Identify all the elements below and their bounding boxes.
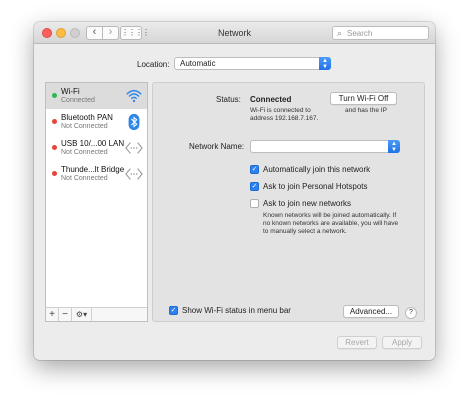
turn-wifi-off-button[interactable]: Turn Wi-Fi Off xyxy=(330,92,397,105)
search-field[interactable]: ⌕ xyxy=(332,26,429,40)
action-menu-button[interactable]: ⚙▾ xyxy=(72,308,92,321)
status-dot xyxy=(52,119,57,124)
wifi-detail-panel: Status: Connected Turn Wi-Fi Off Wi-Fi i… xyxy=(152,82,425,322)
network-name-select[interactable]: ▲ ▼ xyxy=(250,140,400,153)
network-item-usb-lan[interactable]: USB 10/...00 LAN Not Connected xyxy=(46,135,147,161)
location-select[interactable]: Automatic ▲ ▼ xyxy=(174,57,331,70)
network-name-label: Network Name: xyxy=(189,142,245,151)
network-preferences-window: ‹ › ⋮⋮⋮⋮ Network ⌕ Location: Automatic ▲… xyxy=(34,22,435,360)
network-item-name: Bluetooth PAN xyxy=(61,113,113,122)
ask-hotspots-checkbox[interactable]: ✓ xyxy=(250,182,259,191)
help-button[interactable]: ? xyxy=(405,307,417,319)
search-input[interactable] xyxy=(347,28,425,38)
network-item-name: Thunde...lt Bridge xyxy=(61,165,125,174)
location-value: Automatic xyxy=(180,59,216,68)
popup-arrows-icon: ▲ ▼ xyxy=(388,140,400,153)
status-dot xyxy=(52,145,57,150)
add-service-button[interactable]: + xyxy=(46,308,59,321)
status-label: Status: xyxy=(216,95,241,104)
ethernet-arrows-icon xyxy=(125,142,143,154)
sidebar-toolbar: + − ⚙▾ xyxy=(46,307,147,321)
remove-service-button[interactable]: − xyxy=(59,308,72,321)
location-label: Location: xyxy=(137,60,170,69)
network-item-status: Not Connected xyxy=(61,149,108,156)
apply-button[interactable]: Apply xyxy=(382,336,422,349)
auto-join-label: Automatically join this network xyxy=(263,165,371,174)
wifi-icon xyxy=(126,89,142,103)
ask-new-networks-label: Ask to join new networks xyxy=(263,199,352,208)
bluetooth-icon xyxy=(128,113,140,131)
search-icon: ⌕ xyxy=(337,28,343,38)
status-value: Connected xyxy=(250,95,292,104)
checkmark-icon: ✓ xyxy=(251,183,258,190)
status-address: address 192.168.7.167. xyxy=(250,115,319,122)
ethernet-arrows-icon xyxy=(125,168,143,180)
status-description: Wi-Fi is connected to xyxy=(250,107,311,114)
show-wifi-status-label: Show Wi-Fi status in menu bar xyxy=(182,306,291,315)
advanced-button[interactable]: Advanced... xyxy=(343,305,399,318)
checkmark-icon: ✓ xyxy=(170,307,177,314)
popup-arrows-icon: ▲ ▼ xyxy=(319,57,331,70)
network-item-thunderbolt-bridge[interactable]: Thunde...lt Bridge Not Connected xyxy=(46,161,147,187)
status-dot xyxy=(52,171,57,176)
checkmark-icon: ✓ xyxy=(251,166,258,173)
network-service-list[interactable]: Wi-Fi Connected Bluetooth PAN Not Connec… xyxy=(45,82,148,322)
ask-new-networks-note: Known networks will be joined automatica… xyxy=(263,212,397,219)
ask-new-networks-note: no known networks are available, you wil… xyxy=(263,220,399,227)
ask-new-networks-note: to manually select a network. xyxy=(263,228,347,235)
network-item-bluetooth-pan[interactable]: Bluetooth PAN Not Connected xyxy=(46,109,147,135)
ask-new-networks-checkbox[interactable] xyxy=(250,199,259,208)
network-item-name: Wi-Fi xyxy=(61,87,80,96)
network-item-name: USB 10/...00 LAN xyxy=(61,139,125,148)
network-item-status: Not Connected xyxy=(61,123,108,130)
auto-join-checkbox[interactable]: ✓ xyxy=(250,165,259,174)
revert-button[interactable]: Revert xyxy=(337,336,377,349)
network-item-status: Connected xyxy=(61,97,95,104)
title-bar: ‹ › ⋮⋮⋮⋮ Network ⌕ xyxy=(34,22,435,44)
show-wifi-status-checkbox[interactable]: ✓ xyxy=(169,306,178,315)
ask-hotspots-label: Ask to join Personal Hotspots xyxy=(263,182,368,191)
network-item-status: Not Connected xyxy=(61,175,108,182)
status-description-ip: and has the IP xyxy=(345,107,387,114)
network-item-wifi[interactable]: Wi-Fi Connected xyxy=(46,83,147,109)
status-dot xyxy=(52,93,57,98)
